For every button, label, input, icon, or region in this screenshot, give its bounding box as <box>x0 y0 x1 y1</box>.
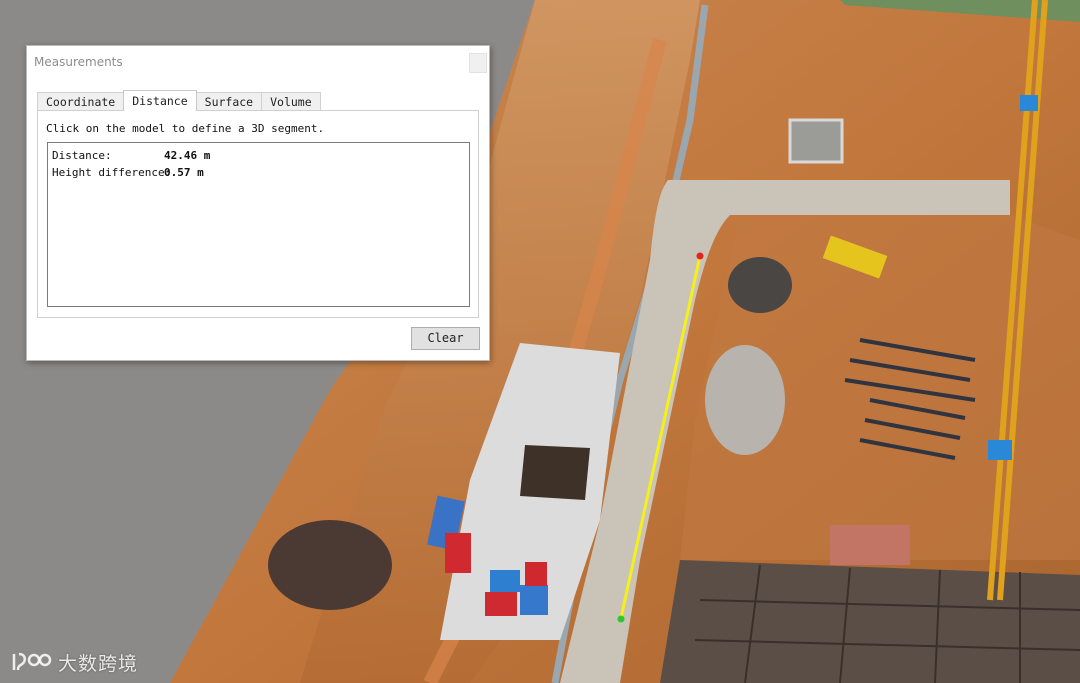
close-button[interactable] <box>469 53 487 73</box>
instruction-text: Click on the model to define a 3D segmen… <box>46 122 325 135</box>
tab-volume[interactable]: Volume <box>261 92 321 111</box>
segment-end-point <box>617 615 625 623</box>
formwork-deck <box>660 560 1080 683</box>
blue-crates <box>490 570 520 592</box>
red-crates <box>485 592 517 616</box>
crane-sign <box>1020 95 1038 111</box>
clear-button[interactable]: Clear <box>411 327 480 350</box>
tab-bar: Coordinate Distance Surface Volume <box>37 90 321 111</box>
watermark-text: 大数跨境 <box>58 652 139 675</box>
red-crates <box>525 562 547 586</box>
crane-sign <box>988 440 1012 460</box>
result-height-difference: Height difference:0.57 m <box>52 166 204 179</box>
segment-start-point <box>696 252 704 260</box>
scrap-pile <box>268 520 392 610</box>
result-distance: Distance: 42.46 m <box>52 149 210 162</box>
dialog-title: Measurements <box>34 55 123 69</box>
result-label: Height difference: <box>52 166 172 179</box>
results-box[interactable]: Distance: 42.46 m Height difference:0.57 … <box>47 142 470 307</box>
pipe-bundle <box>520 445 590 500</box>
result-value: 0.57 m <box>164 166 204 179</box>
tire-pile <box>728 257 792 313</box>
measurements-dialog: Measurements Coordinate Distance Surface… <box>26 45 490 361</box>
pipe-pile <box>705 345 785 455</box>
dialog-titlebar[interactable]: Measurements <box>27 46 489 78</box>
red-crates <box>445 533 471 573</box>
watermark-logo-icon <box>12 652 52 671</box>
blue-crates <box>520 585 548 615</box>
tab-surface[interactable]: Surface <box>195 92 263 111</box>
shed <box>788 118 844 164</box>
result-label: Distance: <box>52 149 112 162</box>
tab-coordinate[interactable]: Coordinate <box>37 92 125 111</box>
result-value: 42.46 m <box>164 149 211 162</box>
distance-panel: Click on the model to define a 3D segmen… <box>37 110 479 318</box>
watermark: 大数跨境 <box>10 648 138 676</box>
tab-distance[interactable]: Distance <box>123 90 197 111</box>
brick-pallet <box>830 525 910 565</box>
